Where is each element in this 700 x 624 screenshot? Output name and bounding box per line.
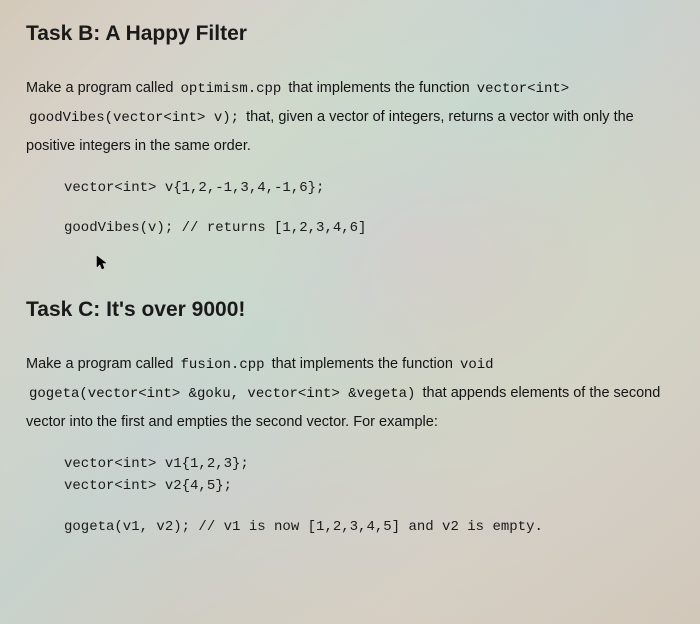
code-return-type: void	[457, 357, 497, 373]
task-c-heading: Task C: It's over 9000!	[26, 298, 674, 322]
task-b-code-example-2: goodVibes(v); // returns [1,2,3,4,6]	[64, 217, 674, 239]
text-fragment: positive integers in the same order.	[26, 138, 251, 154]
code-signature: gogeta(vector<int> &goku, vector<int> &v…	[26, 386, 418, 402]
document-content: Task B: A Happy Filter Make a program ca…	[26, 22, 674, 538]
task-c-description: Make a program called fusion.cpp that im…	[26, 350, 674, 437]
task-b-description: Make a program called optimism.cpp that …	[26, 74, 674, 161]
code-filename: optimism.cpp	[178, 81, 285, 97]
text-fragment: that implements the function	[288, 80, 473, 96]
task-c-code-example-1: vector<int> v1{1,2,3}; vector<int> v2{4,…	[64, 453, 674, 498]
task-c-code-example-2: gogeta(v1, v2); // v1 is now [1,2,3,4,5]…	[64, 516, 674, 538]
text-fragment: that implements the function	[272, 356, 457, 372]
text-fragment: that appends elements of the second	[423, 385, 661, 401]
text-fragment: that, given a vector of integers, return…	[246, 109, 634, 125]
text-fragment: Make a program called	[26, 356, 178, 372]
task-b-code-example-1: vector<int> v{1,2,-1,3,4,-1,6};	[64, 177, 674, 199]
cursor-icon	[96, 255, 108, 274]
task-b-heading: Task B: A Happy Filter	[26, 22, 674, 46]
text-fragment: vector into the first and empties the se…	[26, 414, 438, 430]
code-filename: fusion.cpp	[178, 357, 268, 373]
code-return-type: vector<int>	[474, 81, 572, 97]
code-signature: goodVibes(vector<int> v);	[26, 110, 242, 126]
text-fragment: Make a program called	[26, 80, 178, 96]
